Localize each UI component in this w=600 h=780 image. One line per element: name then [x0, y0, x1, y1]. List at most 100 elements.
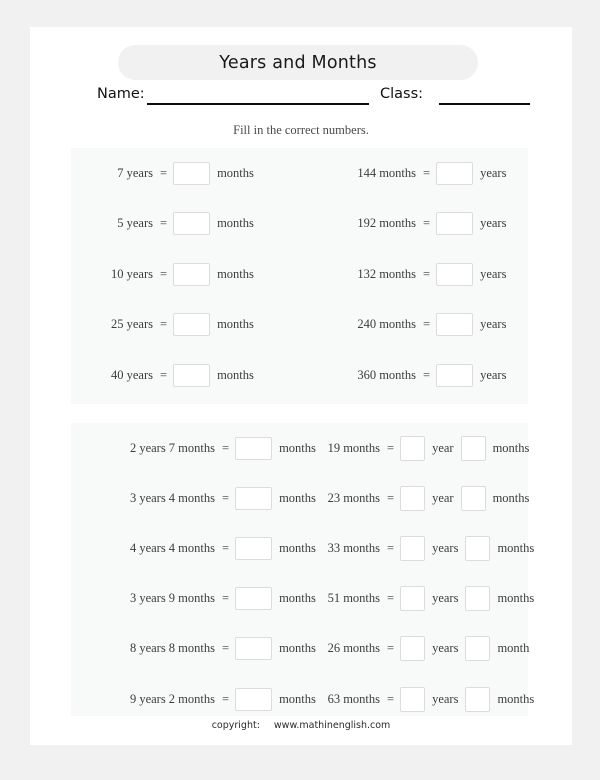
- equals-sign: =: [423, 317, 431, 332]
- name-label: Name:: [97, 86, 145, 102]
- problem-left: 8 years 8 months = months: [79, 624, 316, 674]
- problem-left: 25 years = months: [77, 300, 254, 351]
- unit-label: years: [480, 216, 507, 231]
- problem-right: 240 months = years: [303, 300, 506, 351]
- problem-row: 5 years = months 192 months = years: [71, 199, 528, 250]
- page-title: Years and Months: [219, 52, 377, 73]
- answer-input[interactable]: [235, 637, 273, 661]
- problem-expression: 144 months = years: [303, 161, 506, 185]
- problem-expression: 51 months = years months: [301, 586, 534, 612]
- unit-label: years: [480, 367, 507, 382]
- problem-right: 51 months = years months: [301, 574, 534, 624]
- unit-label-months: months: [492, 440, 530, 455]
- answer-input[interactable]: [173, 313, 211, 337]
- answer-input-months[interactable]: [465, 686, 491, 712]
- unit-label-years: years: [432, 691, 459, 706]
- problem-right: 23 months = year months: [301, 473, 529, 523]
- problem-row: 40 years = months 360 months = years: [71, 350, 528, 401]
- problem-expression: 26 months = years month: [301, 636, 530, 662]
- equals-sign: =: [160, 165, 168, 180]
- problem-prompt: 51 months: [327, 591, 380, 606]
- problem-prompt: 10 years: [111, 266, 153, 281]
- problem-prompt: 240 months: [357, 317, 416, 332]
- problem-prompt: 9 years 2 months: [129, 691, 215, 706]
- answer-input[interactable]: [173, 262, 211, 286]
- problem-left: 3 years 9 months = months: [79, 574, 316, 624]
- answer-input-months[interactable]: [465, 535, 491, 561]
- class-input[interactable]: [439, 103, 530, 105]
- answer-input-years[interactable]: [400, 686, 426, 712]
- problem-right: 132 months = years: [303, 249, 506, 300]
- problem-left: 3 years 4 months = months: [79, 473, 316, 523]
- problem-expression: 19 months = year months: [301, 435, 530, 461]
- answer-input[interactable]: [173, 212, 211, 236]
- name-input[interactable]: [147, 103, 369, 105]
- problem-row: 7 years = months 144 months = years: [71, 148, 528, 199]
- class-label: Class:: [380, 86, 424, 102]
- answer-input-months[interactable]: [465, 636, 491, 662]
- answer-input[interactable]: [436, 262, 474, 286]
- equals-sign: =: [222, 641, 230, 656]
- answer-input[interactable]: [235, 687, 273, 711]
- worksheet-title-banner: Years and Months: [118, 45, 478, 80]
- unit-label: months: [217, 266, 254, 281]
- answer-input-months[interactable]: [460, 485, 486, 511]
- answer-input-years[interactable]: [400, 435, 426, 461]
- problem-expression: 3 years 4 months = months: [79, 486, 316, 510]
- problem-prompt: 33 months: [327, 540, 380, 555]
- answer-input-months[interactable]: [465, 586, 491, 612]
- problem-left: 40 years = months: [77, 350, 254, 401]
- equals-sign: =: [222, 540, 230, 555]
- problem-prompt: 3 years 9 months: [129, 591, 215, 606]
- answer-input[interactable]: [235, 587, 273, 611]
- problem-expression: 63 months = years months: [301, 686, 534, 712]
- equals-sign: =: [222, 691, 230, 706]
- problem-prompt: 25 years: [111, 317, 153, 332]
- problem-prompt: 192 months: [357, 216, 416, 231]
- equals-sign: =: [423, 216, 431, 231]
- equals-sign: =: [387, 490, 395, 505]
- answer-input[interactable]: [235, 486, 273, 510]
- problem-prompt: 8 years 8 months: [129, 641, 215, 656]
- answer-input[interactable]: [436, 161, 474, 185]
- problem-prompt: 2 years 7 months: [129, 440, 215, 455]
- equals-sign: =: [160, 216, 168, 231]
- problem-expression: 25 years = months: [77, 313, 254, 337]
- problem-right: 19 months = year months: [301, 423, 529, 473]
- answer-input[interactable]: [436, 212, 474, 236]
- problem-expression: 7 years = months: [77, 161, 254, 185]
- problem-row: 10 years = months 132 months = years: [71, 249, 528, 300]
- equals-sign: =: [387, 641, 395, 656]
- unit-label-months: month: [497, 641, 530, 656]
- problem-row: 25 years = months 240 months = years: [71, 300, 528, 351]
- problem-expression: 8 years 8 months = months: [79, 637, 316, 661]
- answer-input[interactable]: [173, 363, 211, 387]
- answer-input[interactable]: [173, 161, 211, 185]
- answer-input[interactable]: [235, 536, 273, 560]
- equals-sign: =: [423, 266, 431, 281]
- problem-expression: 40 years = months: [77, 363, 254, 387]
- unit-label-years: year: [432, 490, 454, 505]
- answer-input-years[interactable]: [400, 535, 426, 561]
- equals-sign: =: [222, 591, 230, 606]
- problem-prompt: 19 months: [327, 440, 380, 455]
- answer-input[interactable]: [436, 363, 474, 387]
- problem-prompt: 5 years: [117, 216, 153, 231]
- site-url: www.mathinenglish.com: [273, 720, 391, 731]
- worksheet-page: Years and Months Name: Class: Fill in th…: [30, 27, 572, 745]
- answer-input-months[interactable]: [460, 435, 486, 461]
- equals-sign: =: [222, 440, 230, 455]
- equals-sign: =: [423, 367, 431, 382]
- problem-row: 9 years 2 months = months 63 months = years mo…: [71, 674, 534, 724]
- equals-sign: =: [160, 367, 168, 382]
- answer-input[interactable]: [235, 436, 273, 460]
- answer-input[interactable]: [436, 313, 474, 337]
- problem-prompt: 360 months: [357, 367, 416, 382]
- problem-left: 7 years = months: [77, 148, 254, 199]
- unit-label: years: [480, 266, 507, 281]
- answer-input-years[interactable]: [400, 586, 426, 612]
- answer-input-years[interactable]: [400, 485, 426, 511]
- unit-label-years: years: [432, 591, 459, 606]
- problem-right: 360 months = years: [303, 350, 506, 401]
- answer-input-years[interactable]: [400, 636, 426, 662]
